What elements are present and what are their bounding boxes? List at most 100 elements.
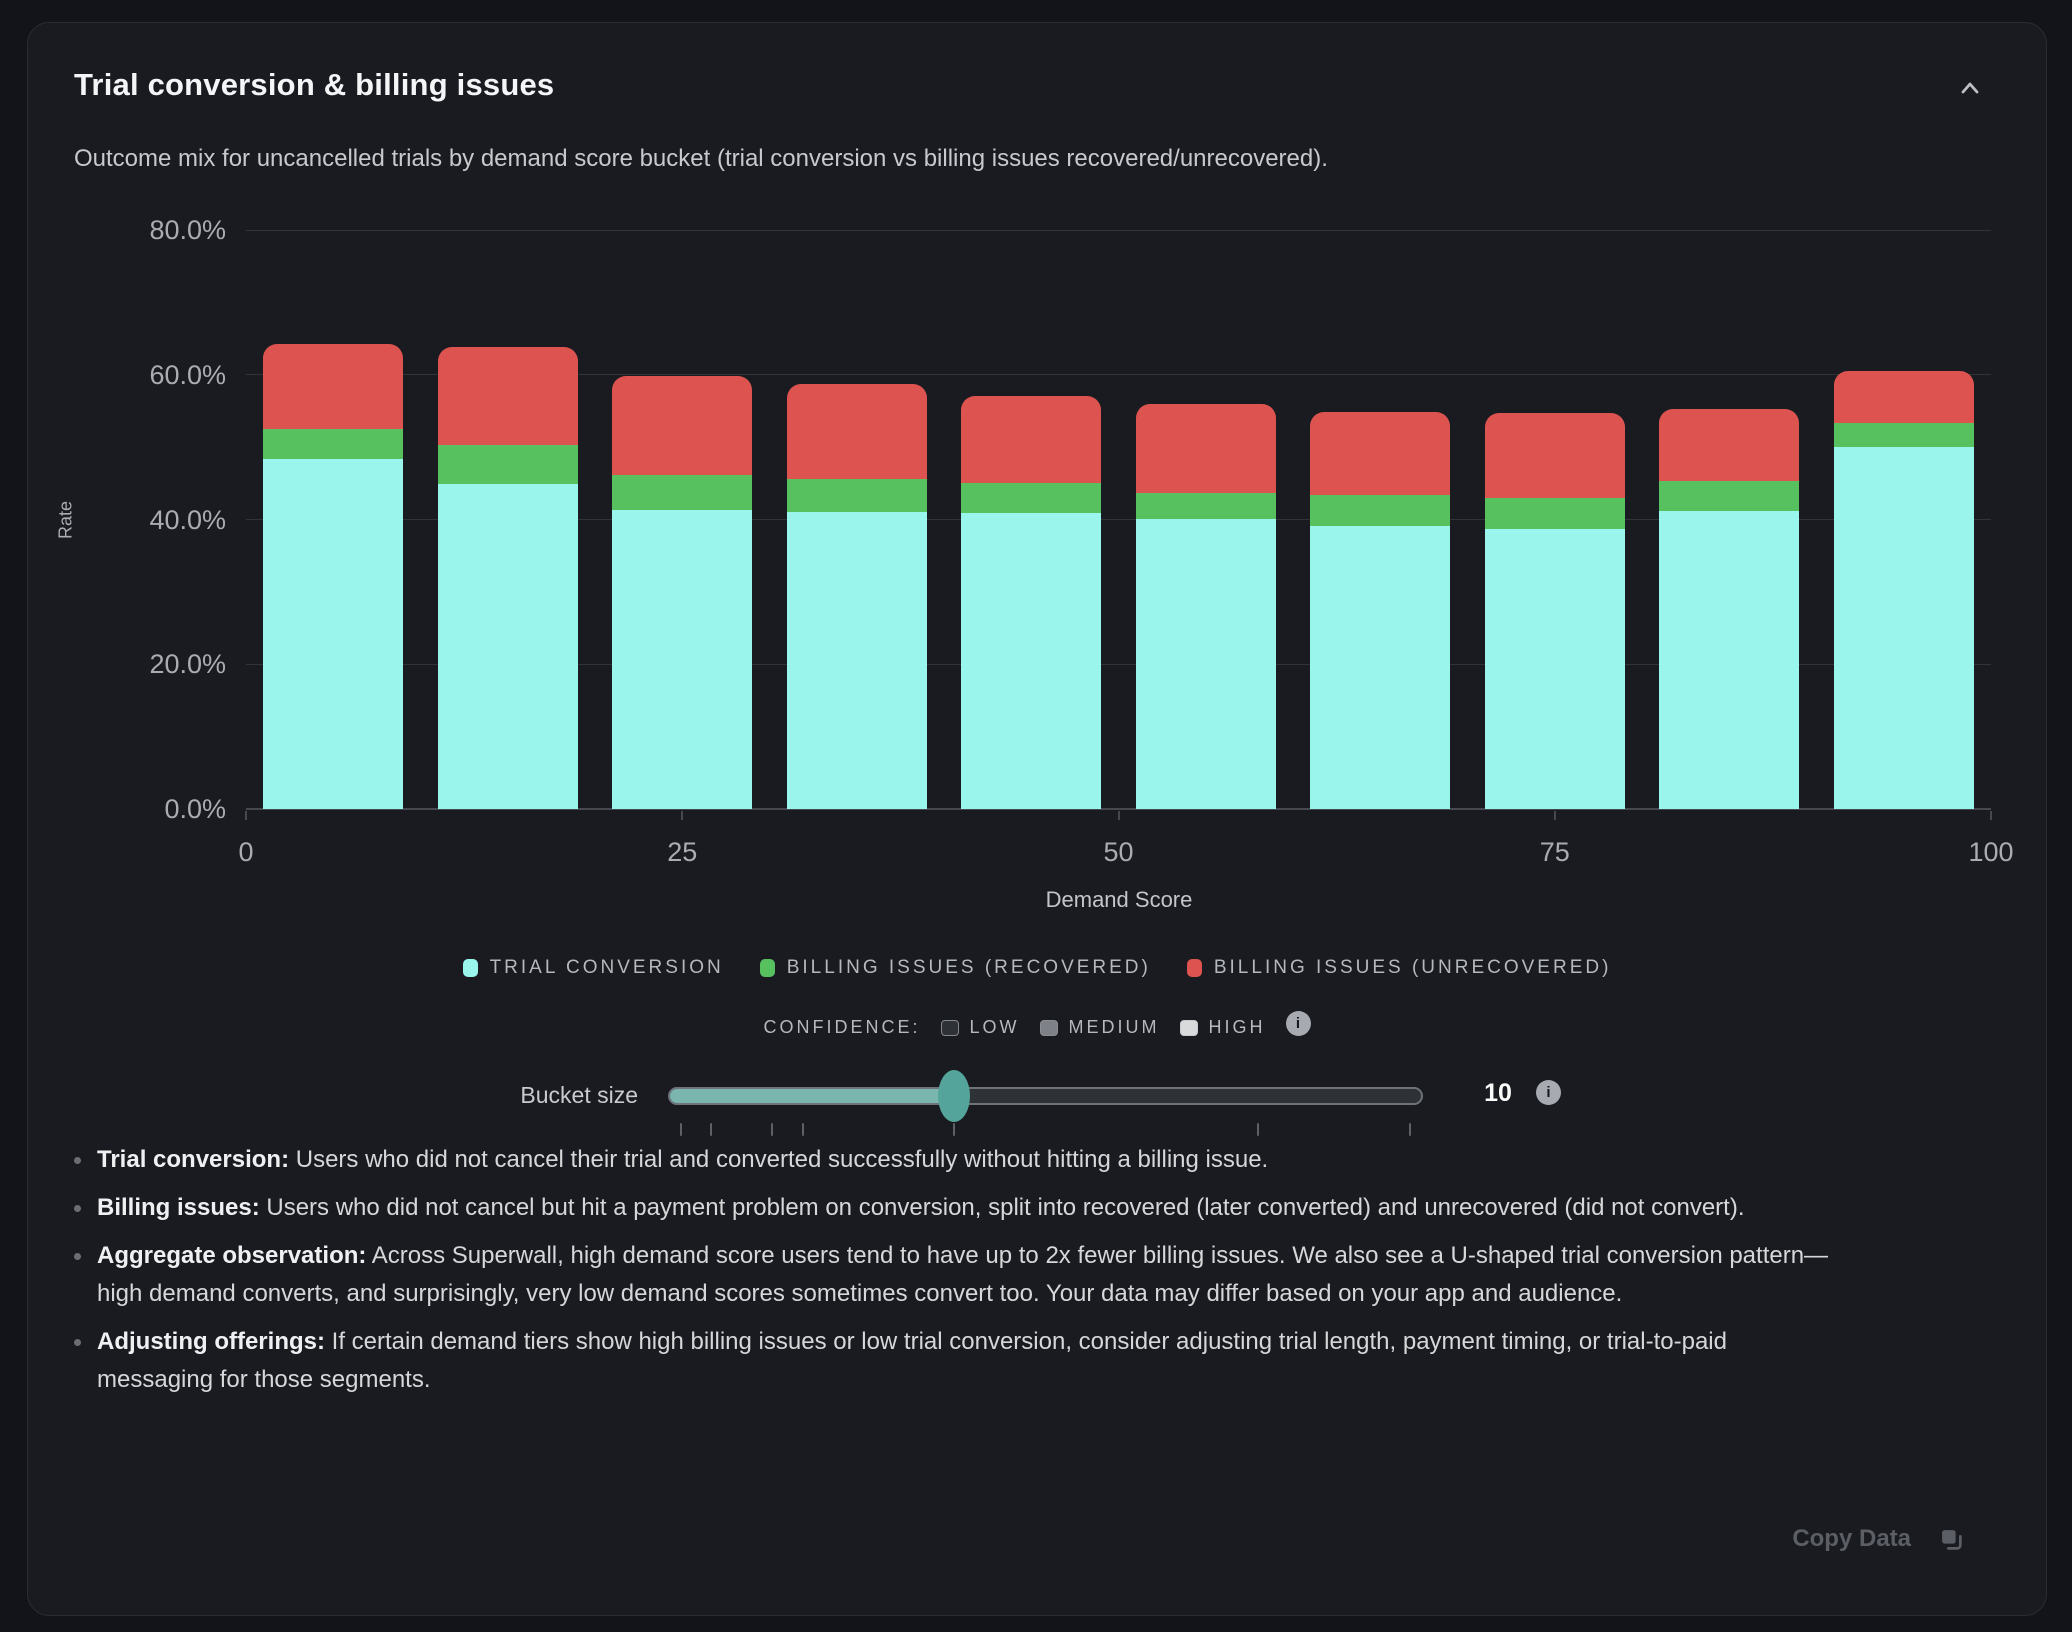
segment-billing-issues-recovered- [1659,481,1799,511]
note-item: Billing issues: Users who did not cancel… [71,1189,1831,1227]
bar-bucket-0–10[interactable] [263,344,403,809]
bar-bucket-70–80[interactable] [1485,413,1625,809]
segment-trial-conversion [787,512,927,809]
segment-billing-issues-recovered- [1310,495,1450,526]
bucket-size-slider[interactable] [668,1087,1423,1105]
copy-data-button[interactable]: Copy Data [1792,1525,1964,1553]
segment-billing-issues-unrecovered- [961,396,1101,484]
confidence-level-low: LOW [941,1017,1020,1038]
gridline [246,230,1991,231]
x-tick-label: 50 [1059,837,1179,868]
bar-bucket-30–40[interactable] [787,384,927,809]
legend-swatch [760,959,775,977]
segment-billing-issues-recovered- [1485,498,1625,529]
confidence-swatch [941,1020,959,1036]
confidence-legend: CONFIDENCE:LOWMEDIUMHIGHi [28,1015,2046,1040]
confidence-label: CONFIDENCE: [763,1017,920,1038]
x-tick-mark [681,811,683,820]
chart-legend: TRIAL CONVERSION BILLING ISSUES (RECOVERE… [28,957,2046,979]
segment-billing-issues-unrecovered- [612,376,752,474]
bar-bucket-40–50[interactable] [961,396,1101,809]
info-icon[interactable]: i [1286,1011,1311,1036]
confidence-level-medium: MEDIUM [1040,1017,1160,1038]
x-tick-mark [245,811,247,820]
note-label: Adjusting offerings: [97,1328,325,1355]
confidence-level-label: HIGH [1209,1017,1266,1038]
x-tick-label: 100 [1931,837,2047,868]
confidence-swatch [1180,1020,1198,1036]
segment-billing-issues-unrecovered- [263,344,403,429]
segment-trial-conversion [438,484,578,809]
segment-billing-issues-recovered- [438,445,578,484]
legend-item: BILLING ISSUES (UNRECOVERED) [1187,957,1612,979]
confidence-level-high: HIGH [1180,1017,1266,1038]
bar-bucket-50–60[interactable] [1136,404,1276,809]
bar-bucket-60–70[interactable] [1310,412,1450,809]
legend-item: TRIAL CONVERSION [463,957,724,979]
note-text: Users who did not cancel their trial and… [289,1146,1268,1173]
note-item: Aggregate observation: Across Superwall,… [71,1237,1831,1313]
note-label: Trial conversion: [97,1146,289,1173]
legend-label: BILLING ISSUES (UNRECOVERED) [1214,957,1612,979]
bar-bucket-10–20[interactable] [438,347,578,809]
y-axis-label: Rate [56,501,77,539]
x-axis-label: Demand Score [1046,887,1193,913]
x-tick-mark [1118,811,1120,820]
segment-billing-issues-unrecovered- [1485,413,1625,498]
x-tick-label: 75 [1495,837,1615,868]
note-label: Aggregate observation: [97,1242,366,1269]
bar-bucket-80–90[interactable] [1659,409,1799,809]
slider-fill [670,1089,956,1103]
legend-item: BILLING ISSUES (RECOVERED) [760,957,1151,979]
segment-trial-conversion [612,510,752,809]
x-tick-mark [1554,811,1556,820]
notes-list: Trial conversion: Users who did not canc… [71,1141,1831,1409]
segment-billing-issues-unrecovered- [1834,371,1974,423]
slider-tick [1409,1123,1411,1136]
legend-swatch [1187,959,1202,977]
bar-bucket-20–30[interactable] [612,376,752,809]
segment-trial-conversion [1310,526,1450,809]
note-item: Adjusting offerings: If certain demand t… [71,1323,1831,1399]
y-tick-label: 20.0% [46,647,226,681]
segment-trial-conversion [1136,519,1276,809]
info-icon[interactable]: i [1536,1080,1561,1105]
segment-billing-issues-unrecovered- [1310,412,1450,495]
segment-trial-conversion [1485,529,1625,809]
copy-icon [1939,1527,1964,1552]
segment-billing-issues-unrecovered- [1659,409,1799,481]
bucket-size-label: Bucket size [443,1082,638,1109]
confidence-level-label: MEDIUM [1069,1017,1160,1038]
slider-tick [1257,1123,1259,1136]
bar-bucket-90–100[interactable] [1834,371,1974,809]
trial-conversion-card: Trial conversion & billing issues Outcom… [27,22,2047,1616]
y-tick-label: 60.0% [46,358,226,392]
slider-tick [771,1123,773,1136]
note-text: Users who did not cancel but hit a payme… [260,1194,1745,1221]
note-item: Trial conversion: Users who did not canc… [71,1141,1831,1179]
y-tick-label: 0.0% [46,792,226,826]
segment-billing-issues-unrecovered- [1136,404,1276,492]
segment-billing-issues-recovered- [961,483,1101,513]
x-tick-label: 0 [186,837,306,868]
y-tick-label: 80.0% [46,213,226,247]
note-text: If certain demand tiers show high billin… [97,1328,1727,1393]
legend-label: TRIAL CONVERSION [490,957,724,979]
segment-trial-conversion [263,459,403,809]
segment-billing-issues-recovered- [612,475,752,510]
x-tick-mark [1990,811,1992,820]
segment-trial-conversion [961,513,1101,809]
slider-tick [802,1123,804,1136]
confidence-swatch [1040,1020,1058,1036]
segment-billing-issues-unrecovered- [438,347,578,445]
segment-billing-issues-unrecovered- [787,384,927,479]
segment-trial-conversion [1659,511,1799,809]
segment-billing-issues-recovered- [1834,423,1974,447]
x-tick-label: 25 [622,837,742,868]
legend-swatch [463,959,478,977]
segment-trial-conversion [1834,447,1974,809]
note-label: Billing issues: [97,1194,260,1221]
copy-data-label: Copy Data [1792,1525,1911,1553]
segment-billing-issues-recovered- [263,429,403,459]
segment-billing-issues-recovered- [787,479,927,512]
